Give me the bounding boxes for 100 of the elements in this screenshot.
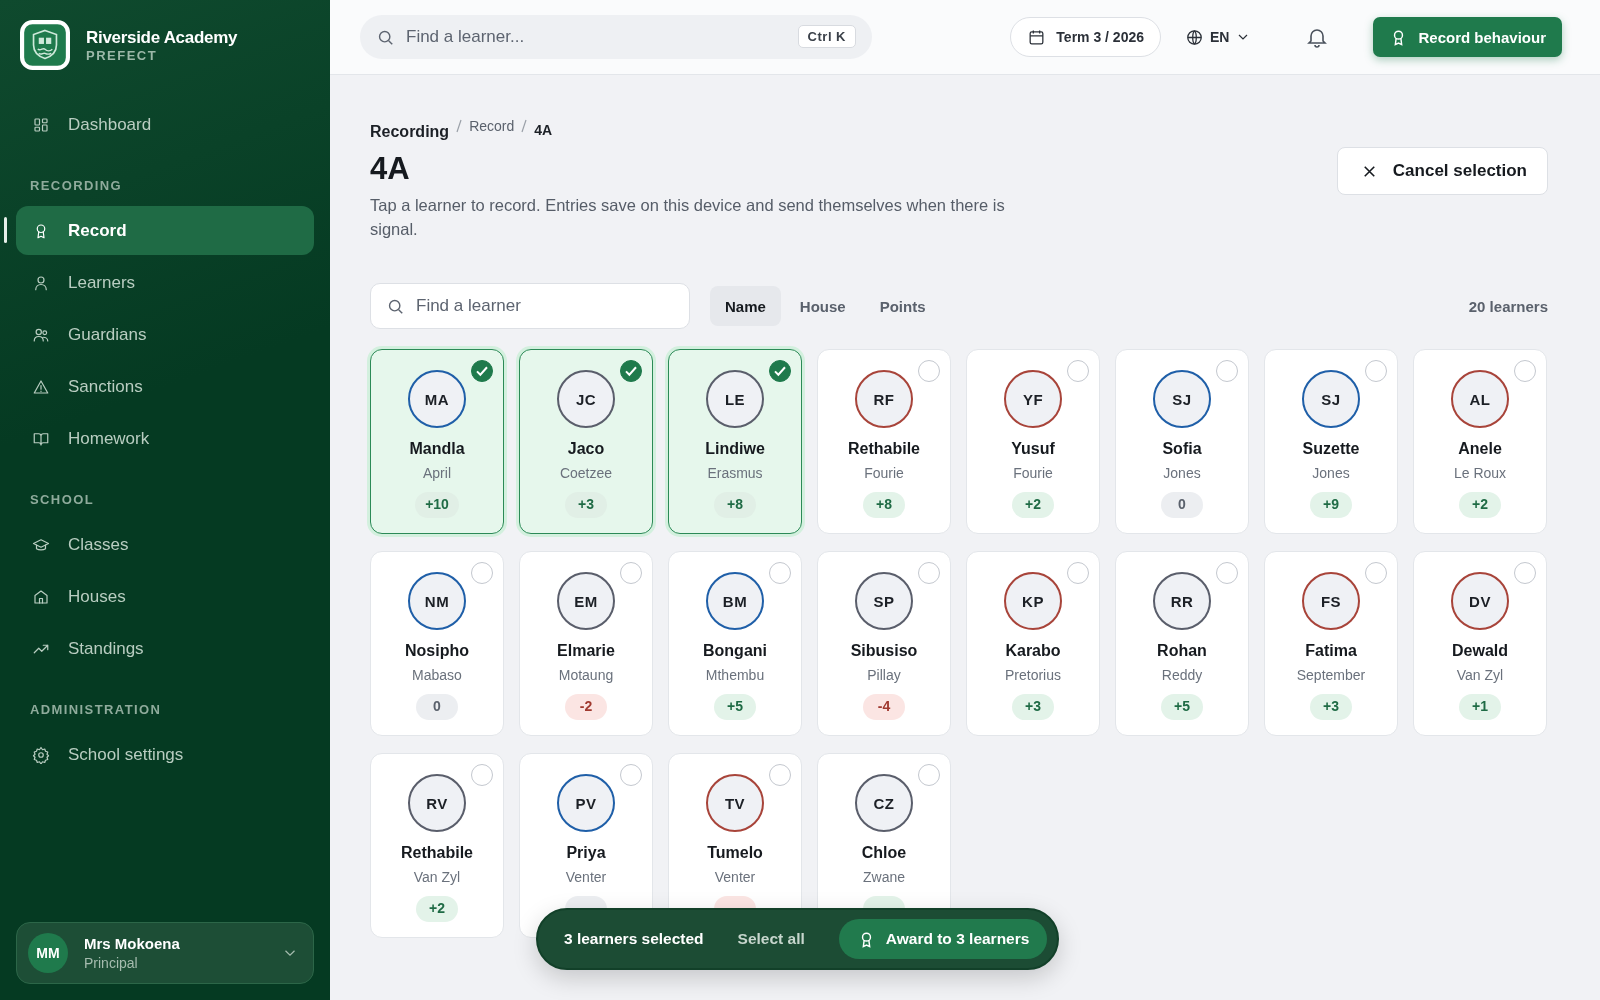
learner-avatar: TV	[706, 774, 764, 832]
learner-avatar: MA	[408, 370, 466, 428]
learner-surname: Venter	[714, 869, 756, 885]
learner-card[interactable]: RR Rohan Reddy +5	[1115, 551, 1249, 736]
award-button[interactable]: Award to 3 learners	[838, 919, 1048, 959]
selection-checkbox[interactable]	[1514, 562, 1536, 584]
nav-item[interactable]: Guardians	[16, 310, 314, 359]
learner-avatar: FS	[1302, 572, 1360, 630]
breadcrumb-separator	[456, 119, 463, 133]
grid-icon	[32, 115, 50, 134]
learner-card[interactable]: EM Elmarie Motaung -2	[519, 551, 653, 736]
term-button[interactable]: Term 3 / 2026	[1010, 17, 1161, 57]
nav-item[interactable]: Standings	[16, 624, 314, 673]
learner-surname: Mthembu	[705, 667, 765, 683]
breadcrumb-separator	[521, 119, 528, 133]
points-badge: +9	[1310, 492, 1352, 518]
learner-card[interactable]: RV Rethabile Van Zyl +2	[370, 753, 504, 938]
selection-checkbox[interactable]	[620, 360, 642, 382]
breadcrumb-link[interactable]: 4A	[534, 120, 553, 139]
selection-checkbox[interactable]	[471, 764, 493, 786]
points-badge: +3	[565, 492, 607, 518]
learner-first-name: Yusuf	[1011, 440, 1055, 458]
learner-card[interactable]: NM Nosipho Mabaso 0	[370, 551, 504, 736]
learner-card[interactable]: YF Yusuf Fourie +2	[966, 349, 1100, 534]
globe-icon	[1185, 27, 1204, 47]
selection-checkbox[interactable]	[620, 562, 642, 584]
points-badge: 0	[416, 694, 458, 720]
learner-first-name: Nosipho	[405, 642, 469, 660]
nav-item[interactable]: Learners	[16, 258, 314, 307]
learner-card[interactable]: FS Fatima September +3	[1264, 551, 1398, 736]
nav-section-heading: RECORDING	[29, 177, 124, 195]
school-name: Riverside Academy	[86, 27, 238, 48]
learner-avatar: SP	[855, 572, 913, 630]
record-behaviour-button[interactable]: Record behaviour	[1373, 17, 1562, 57]
points-badge: -2	[565, 694, 607, 720]
nav-item[interactable]: Houses	[16, 572, 314, 621]
selection-checkbox[interactable]	[1514, 360, 1536, 382]
learner-first-name: Rethabile	[848, 440, 920, 458]
learner-card[interactable]: SJ Sofia Jones 0	[1115, 349, 1249, 534]
learner-first-name: Rohan	[1157, 642, 1207, 660]
learner-card[interactable]: JC Jaco Coetzee +3	[519, 349, 653, 534]
selection-checkbox[interactable]	[1067, 360, 1089, 382]
selection-checkbox[interactable]	[769, 562, 791, 584]
points-badge: +8	[714, 492, 756, 518]
selection-checkbox[interactable]	[471, 360, 493, 382]
learner-first-name: Bongani	[703, 642, 767, 660]
role-label: PREFECT	[86, 47, 159, 63]
nav-item[interactable]: School settings	[16, 730, 314, 779]
learner-card[interactable]: DV Dewald Van Zyl +1	[1413, 551, 1547, 736]
learner-first-name: Elmarie	[557, 642, 615, 660]
selection-checkbox[interactable]	[918, 562, 940, 584]
learner-surname: Venter	[565, 869, 607, 885]
learner-card[interactable]: AL Anele Le Roux +2	[1413, 349, 1547, 534]
breadcrumb-link[interactable]: Record	[469, 117, 515, 135]
learner-first-name: Dewald	[1452, 642, 1508, 660]
learner-first-name: Priya	[566, 844, 606, 862]
nav-item[interactable]: Dashboard	[16, 100, 314, 149]
selection-checkbox[interactable]	[769, 360, 791, 382]
selection-checkbox[interactable]	[620, 764, 642, 786]
points-badge: +5	[1161, 694, 1203, 720]
sort-tab[interactable]: Name	[710, 286, 781, 326]
learner-search-field[interactable]: Find a learner	[370, 283, 690, 329]
points-badge: +2	[1459, 492, 1501, 518]
learner-avatar: RV	[408, 774, 466, 832]
nav-item[interactable]: Homework	[16, 414, 314, 463]
learner-card[interactable]: BM Bongani Mthembu +5	[668, 551, 802, 736]
selection-checkbox[interactable]	[1216, 360, 1238, 382]
learner-surname: Pretorius	[1005, 667, 1061, 683]
selection-checkbox[interactable]	[918, 764, 940, 786]
points-badge: +8	[863, 492, 905, 518]
learner-first-name: Suzette	[1302, 440, 1360, 458]
selection-checkbox[interactable]	[471, 562, 493, 584]
learner-avatar: AL	[1451, 370, 1509, 428]
selection-checkbox[interactable]	[1365, 562, 1387, 584]
selection-checkbox[interactable]	[1067, 562, 1089, 584]
breadcrumb-link[interactable]: Recording	[370, 123, 450, 141]
nav-item[interactable]: Classes	[16, 520, 314, 569]
cancel-selection-button[interactable]: Cancel selection	[1336, 147, 1548, 195]
language-button[interactable]: EN	[1175, 17, 1262, 57]
sort-tab[interactable]: Points	[864, 286, 941, 326]
learner-card[interactable]: LE Lindiwe Erasmus +8	[668, 349, 802, 534]
nav-item[interactable]: Sanctions	[16, 362, 314, 411]
points-badge: +5	[714, 694, 756, 720]
user-role: Principal	[84, 955, 139, 971]
learner-card[interactable]: SJ Suzette Jones +9	[1264, 349, 1398, 534]
selection-checkbox[interactable]	[1365, 360, 1387, 382]
shield-logo-icon	[20, 20, 70, 70]
points-badge: +3	[1310, 694, 1352, 720]
sort-tab[interactable]: House	[784, 286, 861, 326]
selection-checkbox[interactable]	[769, 764, 791, 786]
learner-card[interactable]: RF Rethabile Fourie +8	[817, 349, 951, 534]
learner-card[interactable]: SP Sibusiso Pillay -4	[817, 551, 951, 736]
learner-first-name: Sibusiso	[850, 642, 918, 660]
selection-checkbox[interactable]	[918, 360, 940, 382]
learner-avatar: NM	[408, 572, 466, 630]
learner-avatar: RF	[855, 370, 913, 428]
learner-card[interactable]: KP Karabo Pretorius +3	[966, 551, 1100, 736]
selection-checkbox[interactable]	[1216, 562, 1238, 584]
learner-card[interactable]: MA Mandla April +10	[370, 349, 504, 534]
user-menu[interactable]: MM Mrs Mokoena Principal	[16, 922, 314, 984]
